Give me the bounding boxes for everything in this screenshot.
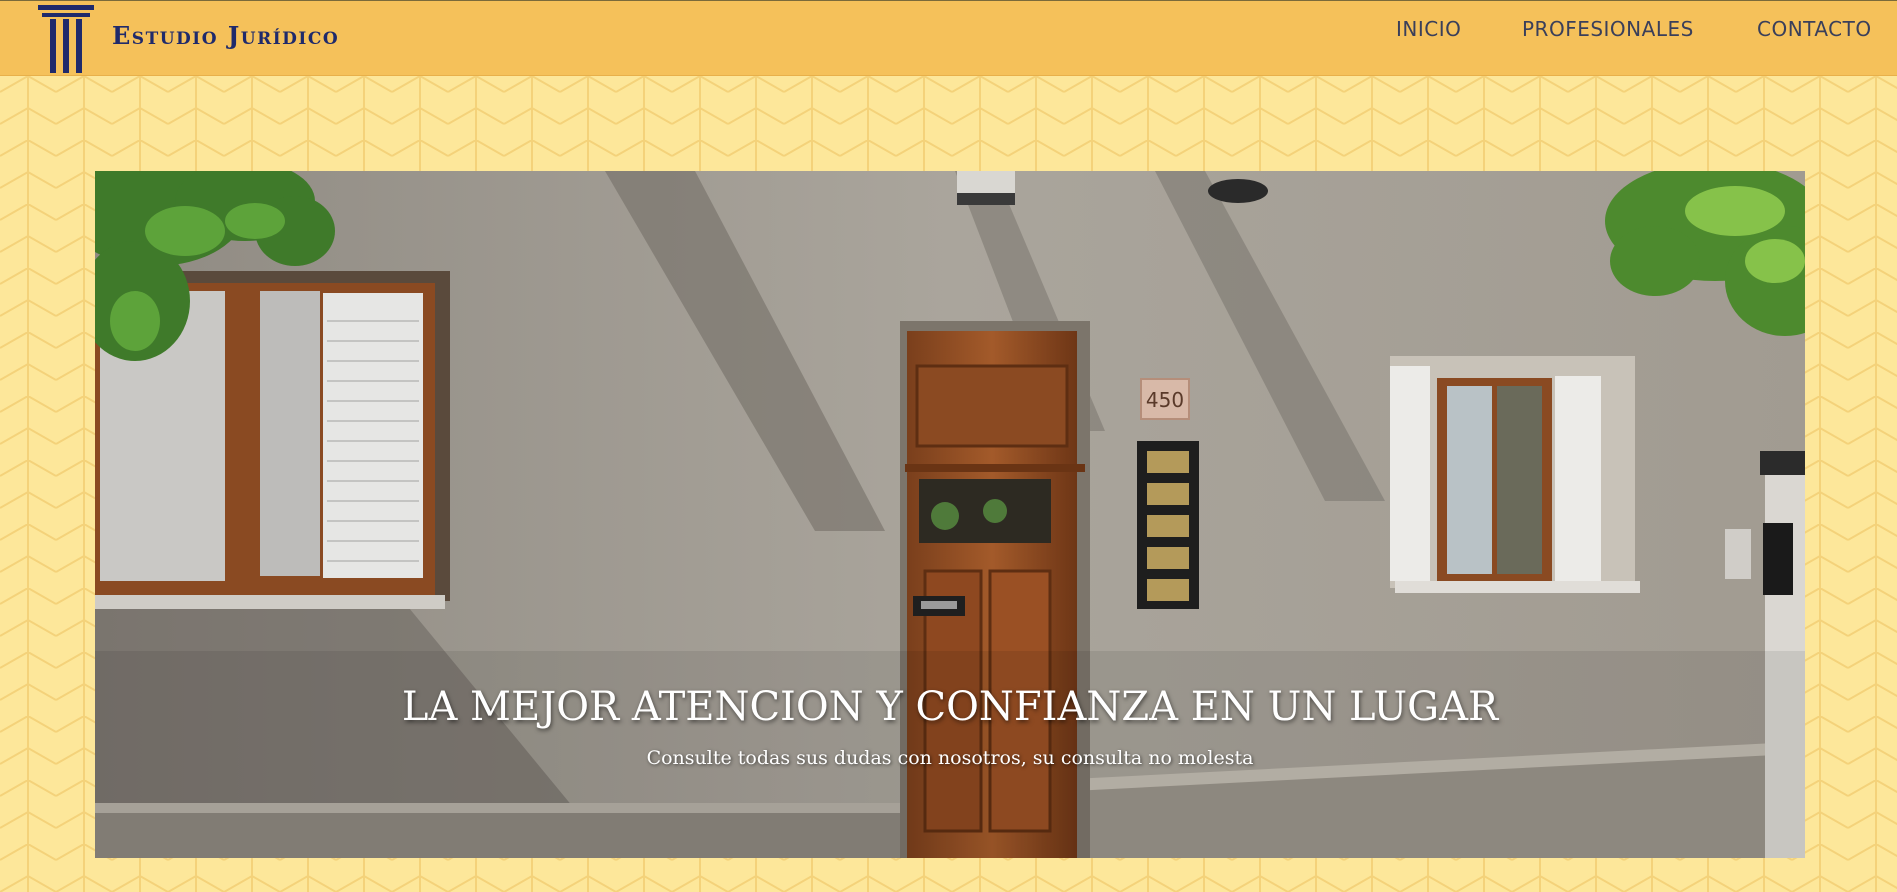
hero-title: LA MEJOR ATENCION Y CONFIANZA EN UN LUGA…	[401, 684, 1499, 730]
top-navbar: Estudio Jurídico INICIO PROFESIONALES CO…	[0, 0, 1897, 76]
nav-item-inicio[interactable]: INICIO	[1396, 17, 1461, 41]
house-number: 450	[1146, 388, 1184, 412]
hero-subtitle: Consulte todas sus dudas con nosotros, s…	[646, 747, 1254, 769]
nav-item-contacto[interactable]: CONTACTO	[1757, 17, 1872, 41]
hero-banner: 450 LA MEJOR ATENCION Y CONFIANZA EN UN …	[95, 171, 1805, 858]
nav-item-profesionales[interactable]: PROFESIONALES	[1522, 17, 1694, 41]
brand-name[interactable]: Estudio Jurídico	[112, 21, 339, 50]
column-pillar-icon[interactable]	[38, 5, 96, 75]
